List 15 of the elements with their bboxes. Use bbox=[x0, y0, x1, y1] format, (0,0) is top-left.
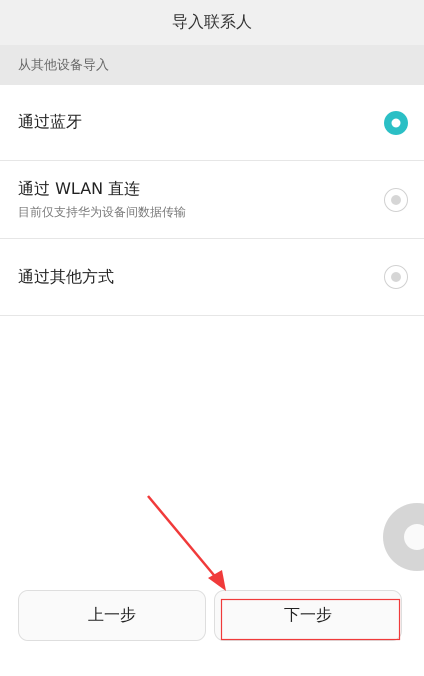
option-row[interactable]: 通过蓝牙 bbox=[0, 85, 424, 161]
radio-button[interactable] bbox=[384, 188, 408, 212]
section-header: 从其他设备导入 bbox=[0, 45, 424, 85]
option-row[interactable]: 通过 WLAN 直连 目前仅支持华为设备间数据传输 bbox=[0, 161, 424, 239]
previous-button[interactable]: 上一步 bbox=[18, 590, 206, 641]
option-row[interactable]: 通过其他方式 bbox=[0, 239, 424, 316]
floating-button[interactable] bbox=[383, 503, 424, 571]
option-subtitle: 目前仅支持华为设备间数据传输 bbox=[18, 204, 186, 220]
radio-button[interactable] bbox=[384, 265, 408, 289]
option-label: 通过其他方式 bbox=[18, 266, 114, 288]
next-button[interactable]: 下一步 bbox=[214, 590, 402, 641]
option-label: 通过 WLAN 直连 bbox=[18, 178, 142, 200]
page-title: 导入联系人 bbox=[0, 0, 424, 45]
radio-button[interactable] bbox=[384, 110, 408, 134]
option-label: 通过蓝牙 bbox=[18, 112, 82, 133]
